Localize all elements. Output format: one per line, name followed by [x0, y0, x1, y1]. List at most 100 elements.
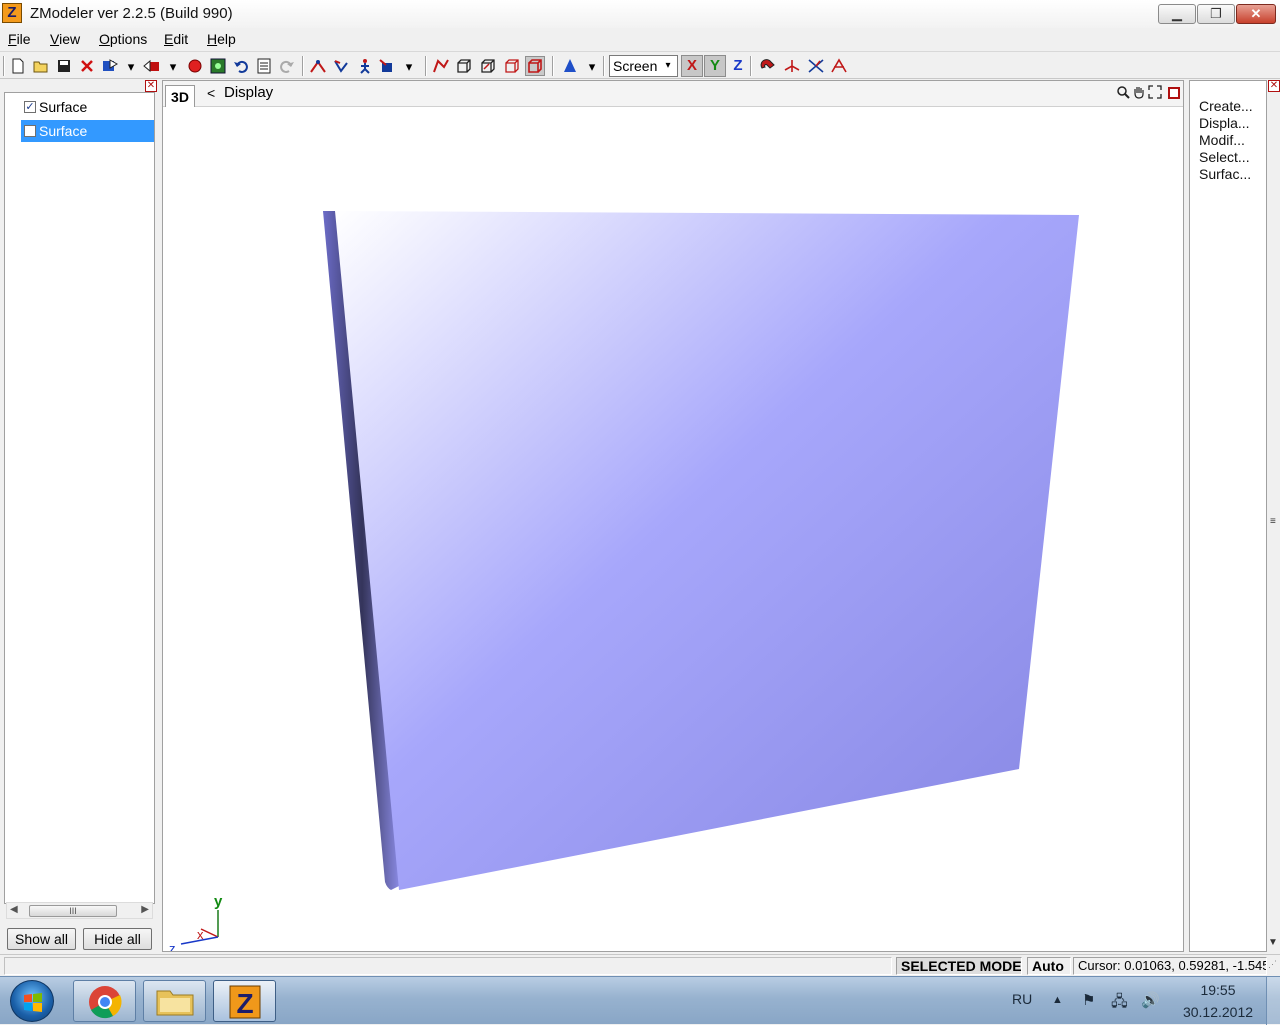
3d-viewport[interactable]: 3D < Display y x z: [162, 80, 1184, 952]
visibility-checkbox[interactable]: ✓: [24, 101, 36, 113]
open-folder-icon[interactable]: [31, 56, 51, 76]
command-display[interactable]: Displa...: [1199, 115, 1250, 131]
menu-file[interactable]: File: [8, 31, 31, 47]
minimize-button[interactable]: ▁: [1158, 4, 1196, 24]
scene-canvas[interactable]: y x z: [163, 107, 1183, 951]
scroll-right-icon[interactable]: ▶: [141, 904, 149, 915]
maximize-viewport-icon[interactable]: [1147, 85, 1163, 101]
axis-rotate-icon[interactable]: [806, 56, 826, 76]
hide-all-button[interactable]: Hide all: [83, 928, 152, 950]
scroll-left-icon[interactable]: ◀: [10, 904, 18, 915]
zoom-icon[interactable]: [1115, 85, 1131, 101]
axis-y-button[interactable]: Y: [704, 55, 726, 77]
command-select[interactable]: Select...: [1199, 149, 1250, 165]
cone-dropdown-icon[interactable]: ▾: [585, 56, 599, 76]
axis-x-button[interactable]: X: [681, 55, 703, 77]
cone-icon[interactable]: [560, 56, 580, 76]
tree-item-surface-selected[interactable]: Surface: [21, 120, 154, 142]
show-desktop-button[interactable]: [1266, 977, 1280, 1025]
save-icon[interactable]: [54, 56, 74, 76]
visibility-checkbox[interactable]: [24, 125, 36, 137]
pan-hand-icon[interactable]: [1131, 85, 1147, 101]
history-icon[interactable]: [254, 56, 274, 76]
surface-mesh[interactable]: [335, 211, 1079, 890]
tray-clock-time[interactable]: 19:55: [1182, 982, 1254, 998]
status-bar: SELECTED MODE Auto Cursor: 0.01063, 0.59…: [0, 954, 1280, 976]
texture-icon[interactable]: [208, 56, 228, 76]
magnet-icon[interactable]: [758, 56, 778, 76]
menu-help[interactable]: Help: [207, 31, 236, 47]
command-list[interactable]: Create... Displa... Modif... Select... S…: [1189, 80, 1267, 952]
new-file-icon[interactable]: [8, 56, 28, 76]
tree-horizontal-scrollbar[interactable]: ◀ III ▶: [6, 902, 153, 919]
resize-grip-icon[interactable]: ⋰: [1268, 959, 1277, 970]
box-icon[interactable]: [454, 56, 474, 76]
tray-expand-icon[interactable]: ▲: [1052, 994, 1063, 1006]
panel-close-icon[interactable]: ✕: [1268, 80, 1280, 92]
window-title: ZModeler ver 2.2.5 (Build 990): [30, 5, 233, 22]
axis-move-icon[interactable]: [782, 56, 802, 76]
zmodeler-app-icon[interactable]: Z: [2, 3, 22, 23]
command-surface[interactable]: Surfac...: [1199, 166, 1251, 182]
undo-icon[interactable]: [231, 56, 251, 76]
toolbar-separator: [425, 56, 427, 76]
toolbar-separator: [750, 56, 752, 76]
tray-clock-date[interactable]: 30.12.2012: [1182, 1004, 1254, 1020]
box-select-icon[interactable]: [478, 56, 498, 76]
select-edge-icon[interactable]: [331, 56, 351, 76]
splitter-grip-icon[interactable]: ≡: [1270, 516, 1276, 527]
export-icon[interactable]: [142, 56, 162, 76]
status-message: [4, 957, 892, 975]
select-figure-icon[interactable]: [355, 56, 375, 76]
tree-item-label: Surface: [39, 99, 88, 115]
tray-language[interactable]: RU: [1012, 991, 1032, 1007]
select-vertex-icon[interactable]: [308, 56, 328, 76]
select-dropdown-icon[interactable]: ▾: [402, 56, 416, 76]
taskbar-chrome-button[interactable]: [73, 980, 136, 1022]
hierarchy-panel: ✕ ✓ Surface Surface ◀ III ▶ Show all Hid…: [2, 80, 159, 952]
delete-icon[interactable]: [77, 56, 97, 76]
toolbar-grip: [3, 56, 5, 76]
scroll-thumb[interactable]: III: [29, 905, 117, 917]
axis-z-button[interactable]: Z: [727, 55, 749, 77]
start-button[interactable]: [10, 980, 54, 1022]
menu-edit[interactable]: Edit: [164, 31, 188, 47]
command-create[interactable]: Create...: [1199, 98, 1253, 114]
box-active-icon[interactable]: [525, 56, 545, 76]
windows-taskbar: Z RU ▲ ⚑ 🖧 🔊 19:55 30.12.2012: [0, 976, 1280, 1025]
taskbar-zmodeler-button[interactable]: Z: [213, 980, 276, 1022]
toolbar-separator: [603, 56, 605, 76]
show-all-button[interactable]: Show all: [7, 928, 76, 950]
viewport-back-button[interactable]: <: [207, 85, 215, 101]
export-dropdown-icon[interactable]: ▾: [166, 56, 180, 76]
object-tree[interactable]: ✓ Surface Surface: [4, 92, 155, 904]
menu-view[interactable]: View: [50, 31, 80, 47]
menu-bar: File View Options Edit Help: [0, 28, 1280, 52]
restore-button[interactable]: ❐: [1197, 4, 1235, 24]
box-red-icon[interactable]: [502, 56, 522, 76]
taskbar-explorer-button[interactable]: [143, 980, 206, 1022]
viewport-mode-tab[interactable]: 3D: [165, 85, 195, 107]
volume-icon[interactable]: 🔊: [1141, 991, 1160, 1009]
scroll-down-icon[interactable]: ▼: [1268, 937, 1278, 948]
import-icon[interactable]: [100, 56, 120, 76]
action-center-flag-icon[interactable]: ⚑: [1082, 991, 1095, 1009]
status-mode: SELECTED MODE: [896, 957, 1022, 975]
command-modify[interactable]: Modif...: [1199, 132, 1245, 148]
tree-item-surface[interactable]: ✓ Surface: [21, 96, 154, 118]
material-sphere-icon[interactable]: [185, 56, 205, 76]
menu-options[interactable]: Options: [99, 31, 147, 47]
status-auto[interactable]: Auto: [1027, 957, 1071, 975]
close-button[interactable]: ✕: [1236, 4, 1276, 24]
viewport-close-icon[interactable]: [1168, 87, 1180, 99]
import-dropdown-icon[interactable]: ▾: [124, 56, 138, 76]
polyline-icon[interactable]: [431, 56, 451, 76]
tree-item-label: Surface: [39, 123, 88, 139]
redo-icon[interactable]: [277, 56, 297, 76]
panel-close-icon[interactable]: ✕: [145, 80, 157, 92]
select-mode-icon[interactable]: [378, 56, 398, 76]
axis-scale-icon[interactable]: [829, 56, 849, 76]
network-icon[interactable]: 🖧: [1111, 991, 1128, 1016]
axis-x-label: x: [197, 927, 204, 942]
view-select[interactable]: Screen ▾: [609, 55, 678, 77]
